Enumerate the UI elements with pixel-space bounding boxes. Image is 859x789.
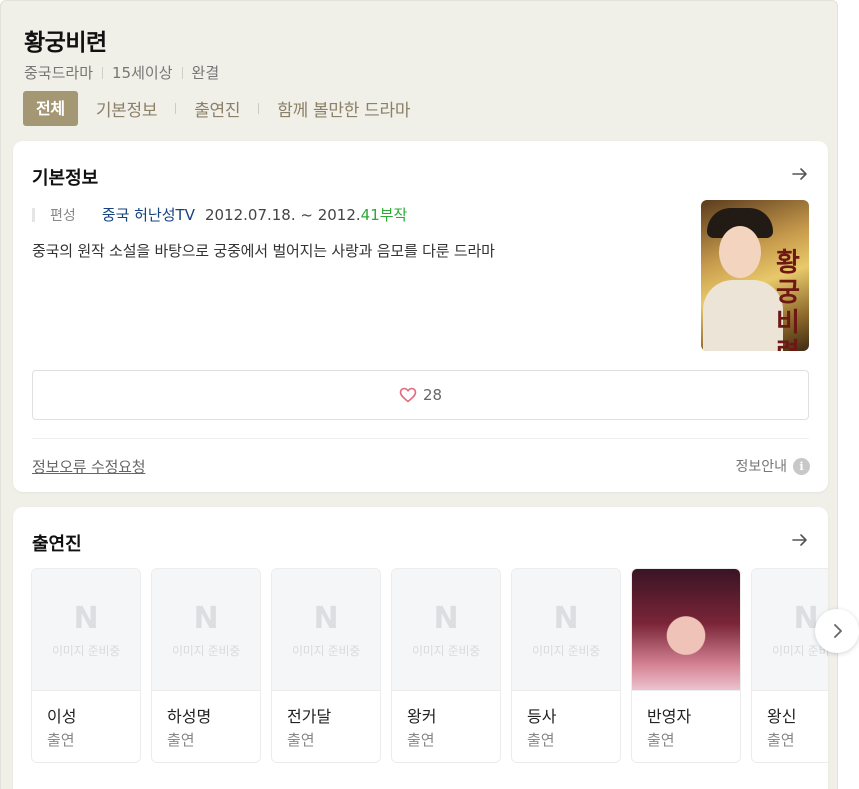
info-guide-button[interactable]: 정보안내 i — [735, 456, 810, 476]
cast-role: 출연 — [767, 731, 795, 749]
cast-role: 출연 — [167, 731, 195, 749]
broadcast-info-row: 편성 중국 허난성TV 2012.07.18. ~ 2012. 41부작 — [32, 204, 407, 225]
episode-count: 41부작 — [360, 206, 408, 224]
placeholder-text: 이미지 준비중 — [292, 644, 360, 658]
cast-role: 출연 — [647, 731, 675, 749]
cast-role: 출연 — [47, 731, 75, 749]
info-guide-label: 정보안내 — [735, 459, 787, 475]
placeholder-text: 이미지 준비중 — [532, 644, 600, 658]
basic-info-card: 기본정보 편성 중국 허난성TV 2012.07.18. ~ 2012. 41부… — [13, 141, 828, 492]
broadcast-label: 편성 — [50, 207, 76, 224]
tab-divider — [258, 103, 260, 114]
tab-recommended-dramas[interactable]: 함께 볼만한 드라마 — [273, 96, 414, 121]
cast-item[interactable]: N 이미지 준비중 하성명 출연 — [151, 568, 261, 763]
drama-poster[interactable]: 황궁비련 — [701, 200, 809, 351]
divider — [32, 438, 809, 439]
image-placeholder: N 이미지 준비중 — [32, 569, 140, 691]
chevron-right-icon — [834, 624, 842, 638]
cast-list: N 이미지 준비중 이성 출연 N 이미지 준비중 하성명 출연 N 이미지 준… — [31, 568, 828, 763]
cast-name: 전가달 — [287, 707, 332, 726]
cast-photo — [632, 569, 740, 691]
report-error-link[interactable]: 정보오류 수정요청 — [32, 456, 146, 477]
drama-info-panel: 황궁비련 중국드라마 15세이상 완결 전체 기본정보 출연진 함께 볼만한 드… — [0, 0, 838, 789]
carousel-next-button[interactable] — [815, 609, 859, 653]
cast-item[interactable]: 반영자 출연 — [631, 568, 741, 763]
meta-genre: 중국드라마 — [24, 64, 94, 82]
meta-status: 완결 — [191, 64, 220, 82]
tab-all[interactable]: 전체 — [23, 91, 78, 126]
cast-name: 왕커 — [407, 707, 437, 726]
placeholder-logo: N — [433, 601, 459, 636]
meta-divider — [181, 66, 183, 79]
heart-icon — [399, 387, 417, 403]
poster-calligraphy: 황궁비련 — [776, 248, 800, 351]
channel-link[interactable]: 중국 허난성TV — [102, 204, 195, 225]
cast-name: 등사 — [527, 707, 557, 726]
cast-name: 이성 — [47, 707, 77, 726]
cast-name: 반영자 — [647, 707, 692, 726]
drama-title: 황궁비련 — [24, 30, 107, 56]
image-placeholder: N 이미지 준비중 — [152, 569, 260, 691]
cast-card: 출연진 N 이미지 준비중 이성 출연 N 이미지 준비중 하성명 출연 N 이… — [13, 507, 828, 789]
image-placeholder: N 이미지 준비중 — [272, 569, 380, 691]
cast-item[interactable]: N 이미지 준비중 이성 출연 — [31, 568, 141, 763]
like-button[interactable]: 28 — [32, 370, 809, 420]
tab-bar: 전체 기본정보 출연진 함께 볼만한 드라마 — [23, 91, 414, 126]
cast-name: 하성명 — [167, 707, 212, 726]
cast-role: 출연 — [527, 731, 555, 749]
tab-divider — [175, 103, 177, 114]
drama-description: 중국의 원작 소설을 바탕으로 궁중에서 벌어지는 사랑과 음모를 다룬 드라마 — [32, 242, 495, 260]
cast-item[interactable]: N 이미지 준비중 전가달 출연 — [271, 568, 381, 763]
drama-meta: 중국드라마 15세이상 완결 — [24, 62, 219, 83]
meta-rating: 15세이상 — [112, 64, 173, 82]
cast-name: 왕신 — [767, 707, 797, 726]
cast-role: 출연 — [287, 731, 315, 749]
info-icon: i — [793, 457, 810, 475]
image-placeholder: N 이미지 준비중 — [392, 569, 500, 691]
tab-basic-info[interactable]: 기본정보 — [92, 96, 161, 121]
meta-divider — [102, 66, 104, 79]
placeholder-logo: N — [313, 601, 339, 636]
cast-heading[interactable]: 출연진 — [32, 530, 82, 556]
tab-cast[interactable]: 출연진 — [190, 96, 244, 121]
cast-role: 출연 — [407, 731, 435, 749]
label-marker — [32, 207, 35, 222]
cast-item[interactable]: N 이미지 준비중 왕신 출연 — [751, 568, 828, 763]
placeholder-logo: N — [553, 601, 579, 636]
arrow-right-icon[interactable] — [791, 165, 809, 183]
placeholder-logo: N — [73, 601, 99, 636]
like-count: 28 — [422, 386, 443, 404]
placeholder-text: 이미지 준비중 — [172, 644, 240, 658]
placeholder-text: 이미지 준비중 — [52, 644, 120, 658]
placeholder-logo: N — [193, 601, 219, 636]
image-placeholder: N 이미지 준비중 — [512, 569, 620, 691]
broadcast-dates: 2012.07.18. ~ 2012. — [204, 205, 361, 224]
arrow-right-icon[interactable] — [791, 531, 809, 549]
cast-item[interactable]: N 이미지 준비중 등사 출연 — [511, 568, 621, 763]
basic-info-heading[interactable]: 기본정보 — [32, 164, 98, 190]
cast-item[interactable]: N 이미지 준비중 왕커 출연 — [391, 568, 501, 763]
placeholder-text: 이미지 준비중 — [412, 644, 480, 658]
